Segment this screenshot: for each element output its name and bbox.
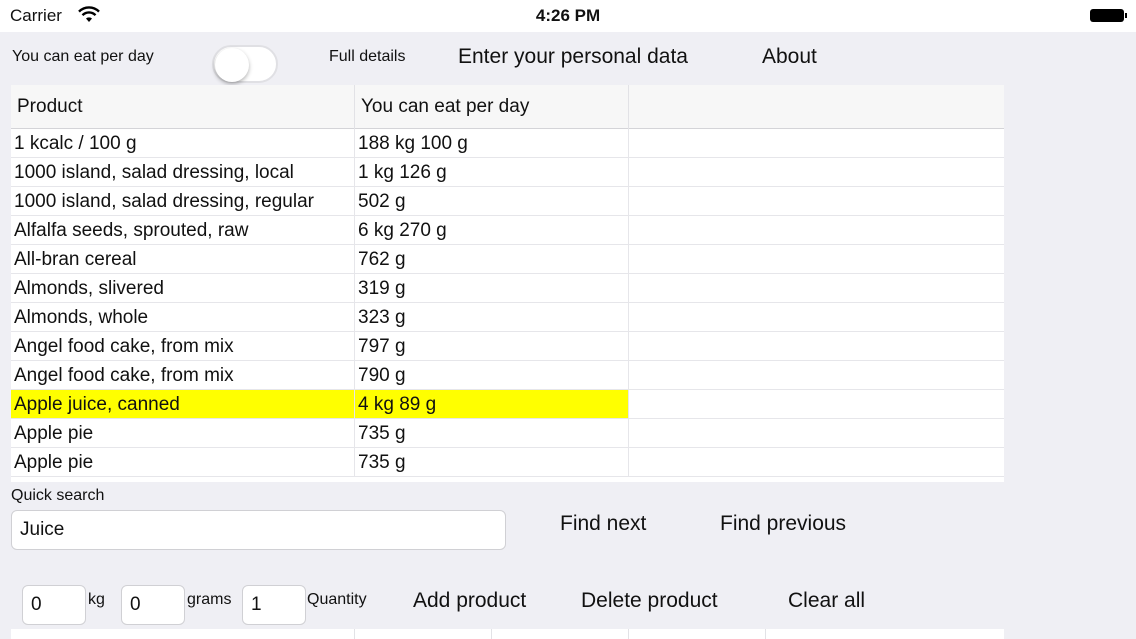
full-details-toggle[interactable] xyxy=(212,45,278,83)
add-product-button[interactable]: Add product xyxy=(413,589,526,613)
toggle-knob xyxy=(215,48,249,82)
empty-cell xyxy=(628,216,1004,244)
product-cell: Alfalfa seeds, sprouted, raw xyxy=(14,220,249,241)
product-table: Product You can eat per day 1 kcalc / 10… xyxy=(11,85,1004,482)
product-cell: 1000 island, salad dressing, local xyxy=(14,162,294,183)
second-table-top xyxy=(11,629,1004,639)
table-header: Product You can eat per day xyxy=(11,85,1004,129)
column-header-extra[interactable] xyxy=(628,85,1004,129)
kg-label: kg xyxy=(88,591,105,608)
personal-data-button[interactable]: Enter your personal data xyxy=(458,45,688,69)
table-row[interactable]: Apple juice, canned 4 kg 89 g xyxy=(11,390,1004,419)
column-divider xyxy=(354,629,355,639)
empty-cell xyxy=(628,274,1004,302)
quick-search-input[interactable] xyxy=(11,510,506,550)
status-bar: Carrier 4:26 PM xyxy=(0,0,1136,32)
find-next-button[interactable]: Find next xyxy=(560,512,646,536)
amount-cell: 319 g xyxy=(354,274,628,302)
quick-search-label: Quick search xyxy=(11,487,105,504)
table-row[interactable]: 1000 island, salad dressing, regular 502 … xyxy=(11,187,1004,216)
grams-input[interactable] xyxy=(121,585,185,625)
table-body: 1 kcalc / 100 g 188 kg 100 g 1000 island, … xyxy=(11,129,1004,477)
empty-cell xyxy=(628,129,1004,157)
empty-cell xyxy=(628,303,1004,331)
product-cell: Apple juice, canned xyxy=(11,390,354,418)
amount-cell: 762 g xyxy=(354,245,628,273)
full-details-label: Full details xyxy=(329,48,406,65)
empty-cell xyxy=(628,448,1004,476)
top-toolbar: You can eat per day Full details Enter y… xyxy=(0,32,1136,83)
amount-cell: 4 kg 89 g xyxy=(354,390,628,418)
empty-cell xyxy=(628,419,1004,447)
product-cell: Apple pie xyxy=(14,452,94,473)
column-divider xyxy=(491,629,492,639)
column-divider xyxy=(628,629,629,639)
product-cell: Almonds, slivered xyxy=(14,278,164,299)
product-cell: 1000 island, salad dressing, regular xyxy=(14,191,314,212)
amount-cell: 797 g xyxy=(354,332,628,360)
eat-per-day-label: You can eat per day xyxy=(12,48,154,65)
column-header-eat-per-day[interactable]: You can eat per day xyxy=(354,85,628,129)
column-header-product[interactable]: Product xyxy=(11,85,354,129)
kg-input[interactable] xyxy=(22,585,86,625)
table-row[interactable]: 1 kcalc / 100 g 188 kg 100 g xyxy=(11,129,1004,158)
product-cell: Angel food cake, from mix xyxy=(14,336,234,357)
table-row[interactable]: Angel food cake, from mix 797 g xyxy=(11,332,1004,361)
product-cell: All-bran cereal xyxy=(14,249,137,270)
product-cell: 1 kcalc / 100 g xyxy=(14,133,137,154)
amount-cell: 6 kg 270 g xyxy=(354,216,628,244)
table-row[interactable]: All-bran cereal 762 g xyxy=(11,245,1004,274)
product-cell: Apple pie xyxy=(14,423,94,444)
battery-icon xyxy=(1090,9,1124,22)
grams-label: grams xyxy=(187,591,232,608)
column-divider xyxy=(765,629,766,639)
amount-cell: 735 g xyxy=(354,419,628,447)
empty-cell xyxy=(628,187,1004,215)
amount-cell: 735 g xyxy=(354,448,628,476)
clock: 4:26 PM xyxy=(535,6,601,25)
table-row[interactable]: Angel food cake, from mix 790 g xyxy=(11,361,1004,390)
about-button[interactable]: About xyxy=(762,45,817,69)
product-cell: Angel food cake, from mix xyxy=(14,365,234,386)
empty-cell xyxy=(628,158,1004,186)
table-row[interactable]: Apple pie 735 g xyxy=(11,419,1004,448)
quantity-label: Quantity xyxy=(307,591,367,608)
table-row[interactable]: Almonds, slivered 319 g xyxy=(11,274,1004,303)
table-row[interactable]: 1000 island, salad dressing, local 1 kg 1… xyxy=(11,158,1004,187)
table-row[interactable]: Almonds, whole 323 g xyxy=(11,303,1004,332)
empty-cell xyxy=(628,390,1004,418)
delete-product-button[interactable]: Delete product xyxy=(581,589,718,613)
table-row[interactable]: Apple pie 735 g xyxy=(11,448,1004,477)
empty-cell xyxy=(628,245,1004,273)
amount-cell: 502 g xyxy=(354,187,628,215)
amount-cell: 323 g xyxy=(354,303,628,331)
find-previous-button[interactable]: Find previous xyxy=(720,512,846,536)
clear-all-button[interactable]: Clear all xyxy=(788,589,865,613)
product-cell: Almonds, whole xyxy=(14,307,149,328)
amount-cell: 1 kg 126 g xyxy=(354,158,628,186)
empty-cell xyxy=(628,332,1004,360)
battery-tip-icon xyxy=(1125,13,1127,18)
amount-cell: 790 g xyxy=(354,361,628,389)
amount-cell: 188 kg 100 g xyxy=(354,129,628,157)
empty-cell xyxy=(628,361,1004,389)
quantity-input[interactable] xyxy=(242,585,306,625)
table-row[interactable]: Alfalfa seeds, sprouted, raw 6 kg 270 g xyxy=(11,216,1004,245)
